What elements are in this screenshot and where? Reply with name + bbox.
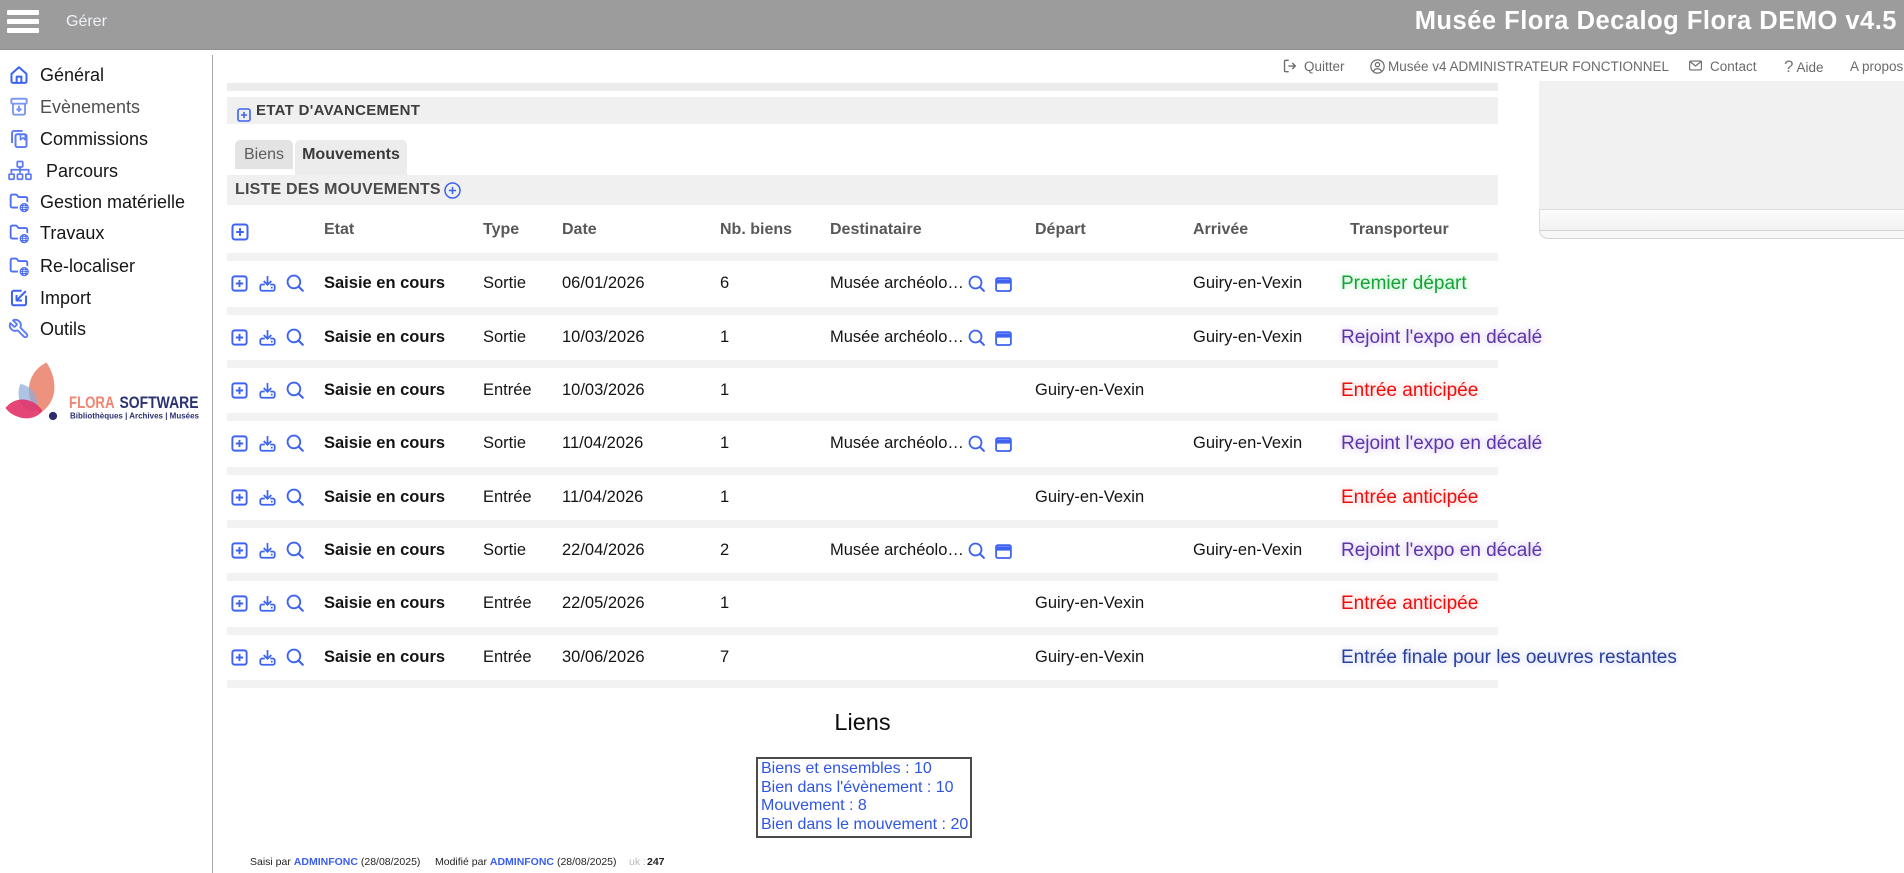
svg-text:Bibliothèques | Archives | Mus: Bibliothèques | Archives | Musées xyxy=(70,411,199,421)
svg-text:SOFTWARE: SOFTWARE xyxy=(120,394,199,412)
svg-text:FLORA: FLORA xyxy=(69,394,115,412)
